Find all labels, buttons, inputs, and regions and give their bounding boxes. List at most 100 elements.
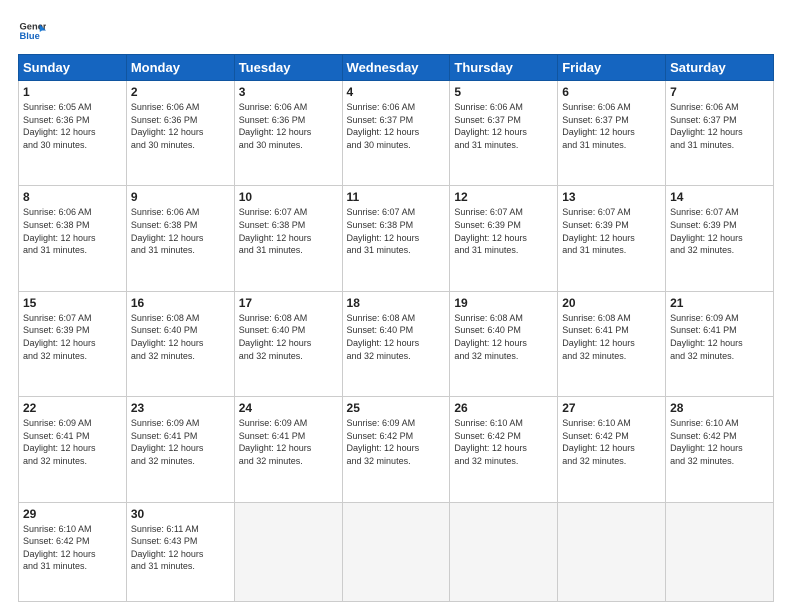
calendar-cell: 4 Sunrise: 6:06 AM Sunset: 6:37 PM Daylig… (342, 81, 450, 186)
calendar-cell: 20 Sunrise: 6:08 AM Sunset: 6:41 PM Dayli… (558, 291, 666, 396)
day-info: Sunrise: 6:06 AM Sunset: 6:36 PM Dayligh… (239, 101, 338, 151)
calendar-cell: 8Sunrise: 6:06 AM Sunset: 6:38 PM Daylig… (19, 186, 127, 291)
calendar-cell: 22 Sunrise: 6:09 AM Sunset: 6:41 PM Dayli… (19, 397, 127, 502)
day-info: Sunrise: 6:10 AM Sunset: 6:42 PM Dayligh… (562, 417, 661, 467)
calendar-cell (234, 502, 342, 601)
day-number: 8 (23, 190, 122, 204)
day-number: 13 (562, 190, 661, 204)
day-number: 26 (454, 401, 553, 415)
calendar-cell: 2 Sunrise: 6:06 AM Sunset: 6:36 PM Daylig… (126, 81, 234, 186)
day-number: 17 (239, 296, 338, 310)
day-info: Sunrise: 6:09 AM Sunset: 6:41 PM Dayligh… (670, 312, 769, 362)
calendar-cell: 10 Sunrise: 6:07 AM Sunset: 6:38 PM Dayli… (234, 186, 342, 291)
day-number: 21 (670, 296, 769, 310)
day-info: Sunrise: 6:09 AM Sunset: 6:42 PM Dayligh… (347, 417, 446, 467)
day-number: 20 (562, 296, 661, 310)
calendar-table: SundayMondayTuesdayWednesdayThursdayFrid… (18, 54, 774, 602)
calendar-cell: 29 Sunrise: 6:10 AM Sunset: 6:42 PM Dayli… (19, 502, 127, 601)
logo: General Blue (18, 18, 46, 46)
day-info: Sunrise: 6:06 AM Sunset: 6:37 PM Dayligh… (670, 101, 769, 151)
svg-text:Blue: Blue (20, 31, 40, 41)
day-info: Sunrise: 6:08 AM Sunset: 6:40 PM Dayligh… (347, 312, 446, 362)
day-info: Sunrise: 6:10 AM Sunset: 6:42 PM Dayligh… (454, 417, 553, 467)
day-number: 6 (562, 85, 661, 99)
calendar-cell: 18 Sunrise: 6:08 AM Sunset: 6:40 PM Dayli… (342, 291, 450, 396)
calendar-cell: 5 Sunrise: 6:06 AM Sunset: 6:37 PM Daylig… (450, 81, 558, 186)
calendar-cell: 30 Sunrise: 6:11 AM Sunset: 6:43 PM Dayli… (126, 502, 234, 601)
calendar-cell (450, 502, 558, 601)
day-number: 19 (454, 296, 553, 310)
day-info: Sunrise: 6:06 AM Sunset: 6:37 PM Dayligh… (347, 101, 446, 151)
day-info: Sunrise: 6:06 AM Sunset: 6:38 PM Dayligh… (131, 206, 230, 256)
calendar-cell: 15 Sunrise: 6:07 AM Sunset: 6:39 PM Dayli… (19, 291, 127, 396)
weekday-header-friday: Friday (558, 55, 666, 81)
day-info: Sunrise: 6:10 AM Sunset: 6:42 PM Dayligh… (23, 523, 122, 573)
day-number: 14 (670, 190, 769, 204)
calendar-cell (666, 502, 774, 601)
calendar-cell: 21 Sunrise: 6:09 AM Sunset: 6:41 PM Dayli… (666, 291, 774, 396)
calendar-cell: 23Sunrise: 6:09 AM Sunset: 6:41 PM Dayli… (126, 397, 234, 502)
calendar-cell: 26 Sunrise: 6:10 AM Sunset: 6:42 PM Dayli… (450, 397, 558, 502)
page-header: General Blue (18, 18, 774, 46)
day-info: Sunrise: 6:07 AM Sunset: 6:39 PM Dayligh… (454, 206, 553, 256)
day-info: Sunrise: 6:07 AM Sunset: 6:39 PM Dayligh… (23, 312, 122, 362)
day-info: Sunrise: 6:06 AM Sunset: 6:37 PM Dayligh… (454, 101, 553, 151)
weekday-header-wednesday: Wednesday (342, 55, 450, 81)
day-info: Sunrise: 6:06 AM Sunset: 6:36 PM Dayligh… (131, 101, 230, 151)
calendar-cell: 16 Sunrise: 6:08 AM Sunset: 6:40 PM Dayli… (126, 291, 234, 396)
calendar-cell (342, 502, 450, 601)
day-number: 9 (131, 190, 230, 204)
day-info: Sunrise: 6:07 AM Sunset: 6:38 PM Dayligh… (347, 206, 446, 256)
day-number: 18 (347, 296, 446, 310)
day-info: Sunrise: 6:08 AM Sunset: 6:41 PM Dayligh… (562, 312, 661, 362)
day-number: 4 (347, 85, 446, 99)
weekday-header-thursday: Thursday (450, 55, 558, 81)
day-number: 16 (131, 296, 230, 310)
weekday-header-monday: Monday (126, 55, 234, 81)
day-number: 7 (670, 85, 769, 99)
calendar-cell: 17 Sunrise: 6:08 AM Sunset: 6:40 PM Dayli… (234, 291, 342, 396)
day-number: 15 (23, 296, 122, 310)
calendar-cell: 25 Sunrise: 6:09 AM Sunset: 6:42 PM Dayli… (342, 397, 450, 502)
day-info: Sunrise: 6:09 AM Sunset: 6:41 PM Dayligh… (23, 417, 122, 467)
calendar-cell: 19 Sunrise: 6:08 AM Sunset: 6:40 PM Dayli… (450, 291, 558, 396)
day-info: Sunrise: 6:09 AM Sunset: 6:41 PM Dayligh… (131, 417, 230, 467)
calendar-cell: 24 Sunrise: 6:09 AM Sunset: 6:41 PM Dayli… (234, 397, 342, 502)
day-number: 12 (454, 190, 553, 204)
day-number: 3 (239, 85, 338, 99)
day-info: Sunrise: 6:08 AM Sunset: 6:40 PM Dayligh… (131, 312, 230, 362)
day-number: 30 (131, 507, 230, 521)
day-number: 1 (23, 85, 122, 99)
calendar-cell: 3 Sunrise: 6:06 AM Sunset: 6:36 PM Daylig… (234, 81, 342, 186)
day-number: 2 (131, 85, 230, 99)
day-number: 25 (347, 401, 446, 415)
day-info: Sunrise: 6:07 AM Sunset: 6:38 PM Dayligh… (239, 206, 338, 256)
calendar-cell: 9 Sunrise: 6:06 AM Sunset: 6:38 PM Daylig… (126, 186, 234, 291)
calendar-cell (558, 502, 666, 601)
day-number: 24 (239, 401, 338, 415)
calendar-cell: 28 Sunrise: 6:10 AM Sunset: 6:42 PM Dayli… (666, 397, 774, 502)
day-info: Sunrise: 6:08 AM Sunset: 6:40 PM Dayligh… (239, 312, 338, 362)
day-info: Sunrise: 6:07 AM Sunset: 6:39 PM Dayligh… (562, 206, 661, 256)
calendar-cell: 27Sunrise: 6:10 AM Sunset: 6:42 PM Dayli… (558, 397, 666, 502)
day-number: 22 (23, 401, 122, 415)
weekday-header-tuesday: Tuesday (234, 55, 342, 81)
calendar-cell: 11 Sunrise: 6:07 AM Sunset: 6:38 PM Dayli… (342, 186, 450, 291)
day-info: Sunrise: 6:10 AM Sunset: 6:42 PM Dayligh… (670, 417, 769, 467)
day-info: Sunrise: 6:07 AM Sunset: 6:39 PM Dayligh… (670, 206, 769, 256)
calendar-cell: 7 Sunrise: 6:06 AM Sunset: 6:37 PM Daylig… (666, 81, 774, 186)
day-info: Sunrise: 6:08 AM Sunset: 6:40 PM Dayligh… (454, 312, 553, 362)
day-info: Sunrise: 6:06 AM Sunset: 6:37 PM Dayligh… (562, 101, 661, 151)
day-number: 5 (454, 85, 553, 99)
day-info: Sunrise: 6:05 AM Sunset: 6:36 PM Dayligh… (23, 101, 122, 151)
weekday-header-saturday: Saturday (666, 55, 774, 81)
day-number: 29 (23, 507, 122, 521)
day-info: Sunrise: 6:09 AM Sunset: 6:41 PM Dayligh… (239, 417, 338, 467)
calendar-cell: 14 Sunrise: 6:07 AM Sunset: 6:39 PM Dayli… (666, 186, 774, 291)
calendar-cell: 13 Sunrise: 6:07 AM Sunset: 6:39 PM Dayli… (558, 186, 666, 291)
day-number: 11 (347, 190, 446, 204)
logo-icon: General Blue (18, 18, 46, 46)
day-number: 28 (670, 401, 769, 415)
day-number: 10 (239, 190, 338, 204)
day-info: Sunrise: 6:11 AM Sunset: 6:43 PM Dayligh… (131, 523, 230, 573)
